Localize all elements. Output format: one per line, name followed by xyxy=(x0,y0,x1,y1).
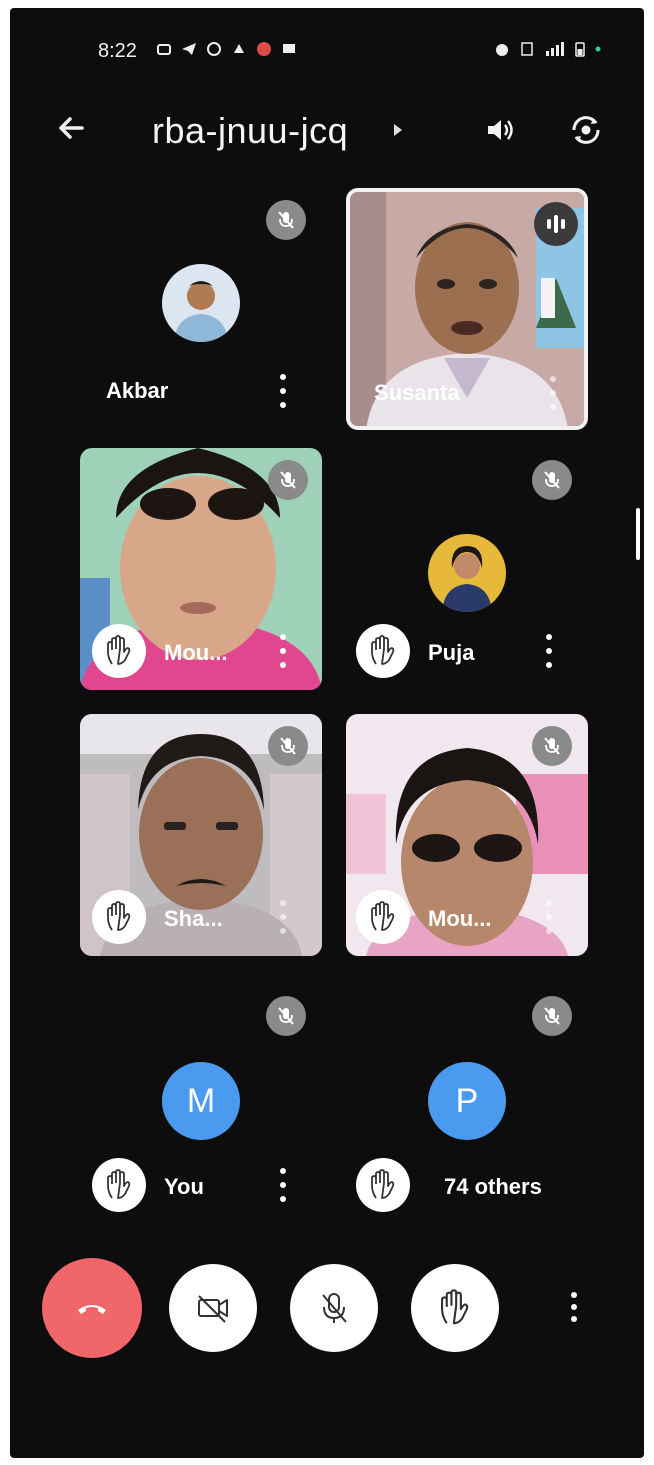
more-options-icon[interactable] xyxy=(569,1292,579,1322)
participant-name: You xyxy=(164,1174,204,1199)
participant-name: Mou... xyxy=(164,640,228,665)
volte-icon xyxy=(521,42,533,56)
camera-toggle-button[interactable] xyxy=(169,1264,257,1352)
microphone-toggle-button[interactable] xyxy=(290,1264,378,1352)
more-vert-icon[interactable] xyxy=(544,900,554,934)
participant-tile-mou-2[interactable]: Mou... xyxy=(346,714,588,956)
participant-tile-puja[interactable]: Puja xyxy=(346,448,588,690)
message-icon xyxy=(283,44,295,53)
mic-off-icon xyxy=(268,726,308,766)
raise-hand-icon xyxy=(441,1289,469,1325)
more-vert-icon[interactable] xyxy=(544,634,554,668)
participant-tile-mou-1[interactable]: Mou... xyxy=(80,448,322,690)
meeting-info-arrow-icon[interactable] xyxy=(394,124,402,136)
more-vert-icon[interactable] xyxy=(548,376,558,410)
participant-avatar-photo xyxy=(162,264,240,342)
participant-name: 74 others xyxy=(444,1174,542,1199)
participant-tile-sha[interactable]: Sha... xyxy=(80,714,322,956)
meet-call-screen: 8:22 rba-jnuu-jcq Akbar Susanta Mou... P… xyxy=(10,8,644,1458)
arrow-back-icon[interactable] xyxy=(52,108,92,148)
mic-off-icon xyxy=(532,726,572,766)
telegram-icon xyxy=(182,43,196,55)
meeting-code[interactable]: rba-jnuu-jcq xyxy=(152,110,348,152)
raise-hand-icon xyxy=(92,890,146,944)
participant-name: Puja xyxy=(428,640,475,665)
more-vert-icon[interactable] xyxy=(278,374,288,408)
participant-tile-you[interactable]: M You xyxy=(80,980,322,1222)
app-notification-icon xyxy=(234,44,244,53)
letter-avatar: P xyxy=(428,1062,506,1140)
more-vert-icon[interactable] xyxy=(278,1168,288,1202)
mic-off-icon xyxy=(322,1293,347,1323)
mic-off-icon xyxy=(268,460,308,500)
meeting-top-bar: rba-jnuu-jcq xyxy=(10,108,644,158)
raise-hand-icon xyxy=(356,1158,410,1212)
speaker-icon[interactable] xyxy=(482,112,518,148)
raise-hand-icon xyxy=(92,1158,146,1212)
participant-tile-akbar[interactable]: Akbar xyxy=(80,188,322,430)
system-status-icons xyxy=(494,41,602,57)
mic-off-icon xyxy=(532,460,572,500)
signal-5g-icon xyxy=(546,42,564,56)
battery-icon xyxy=(575,42,585,57)
camera-flip-icon[interactable] xyxy=(566,110,606,150)
raise-hand-icon xyxy=(356,890,410,944)
mic-off-icon xyxy=(532,996,572,1036)
end-call-icon xyxy=(78,1305,106,1314)
mic-off-icon xyxy=(266,200,306,240)
raise-hand-icon xyxy=(92,624,146,678)
participant-name: Sha... xyxy=(164,906,223,931)
alarm-icon xyxy=(496,44,508,56)
notification-icons xyxy=(156,41,297,57)
participant-avatar-photo xyxy=(428,534,506,612)
participant-name: Akbar xyxy=(106,378,169,403)
end-call-button[interactable] xyxy=(42,1258,142,1358)
participant-tile-others[interactable]: P 74 others xyxy=(346,980,588,1222)
mic-off-icon xyxy=(266,996,306,1036)
more-vert-icon[interactable] xyxy=(278,900,288,934)
screen-record-icon xyxy=(157,44,171,55)
more-vert-icon[interactable] xyxy=(278,634,288,668)
dot-indicator-icon xyxy=(595,46,601,52)
status-time: 8:22 xyxy=(98,40,137,62)
jio-icon xyxy=(257,42,271,56)
participant-name: Mou... xyxy=(428,906,492,931)
raise-hand-icon xyxy=(356,624,410,678)
participant-name: Susanta xyxy=(374,380,460,405)
scroll-indicator[interactable] xyxy=(636,508,640,560)
status-bar: 8:22 xyxy=(10,8,644,88)
raise-hand-button[interactable] xyxy=(411,1264,499,1352)
letter-avatar: M xyxy=(162,1062,240,1140)
video-off-icon xyxy=(198,1295,228,1323)
talking-indicator-icon xyxy=(534,202,578,246)
participant-tile-susanta[interactable]: Susanta xyxy=(346,188,588,430)
whatsapp-icon xyxy=(207,42,221,56)
